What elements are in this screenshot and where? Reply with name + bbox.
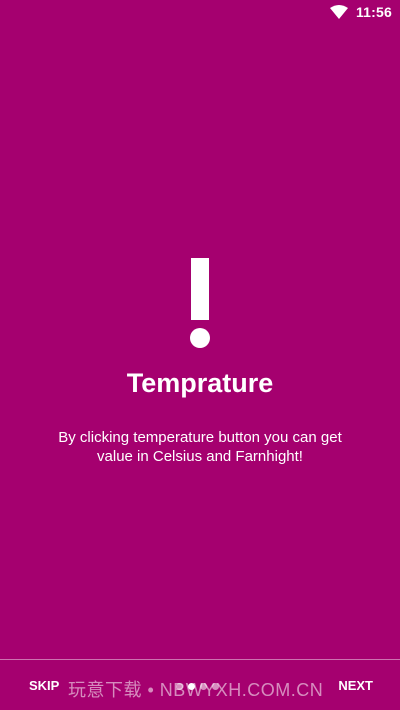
page-title: Temprature (126, 368, 274, 398)
page-dot (200, 683, 207, 690)
status-time: 11:56 (355, 4, 392, 20)
wifi-icon (329, 5, 348, 19)
next-button[interactable]: NEXT (338, 678, 373, 693)
page-dot-active (188, 683, 195, 690)
skip-button[interactable]: SKIP (29, 678, 59, 693)
page-description: By clicking temperature button you can g… (58, 429, 342, 465)
bottom-navigation-bar: SKIP 玩意下载 • NBWYXH.COM.CN NEXT (0, 660, 400, 710)
page-indicator (176, 683, 219, 690)
status-bar: 11:56 (0, 0, 400, 24)
exclamation-icon (190, 258, 210, 348)
onboarding-screen: 11:56 Temprature By clicking temperature… (0, 0, 400, 710)
page-dot (212, 683, 219, 690)
page-dot (176, 683, 183, 690)
